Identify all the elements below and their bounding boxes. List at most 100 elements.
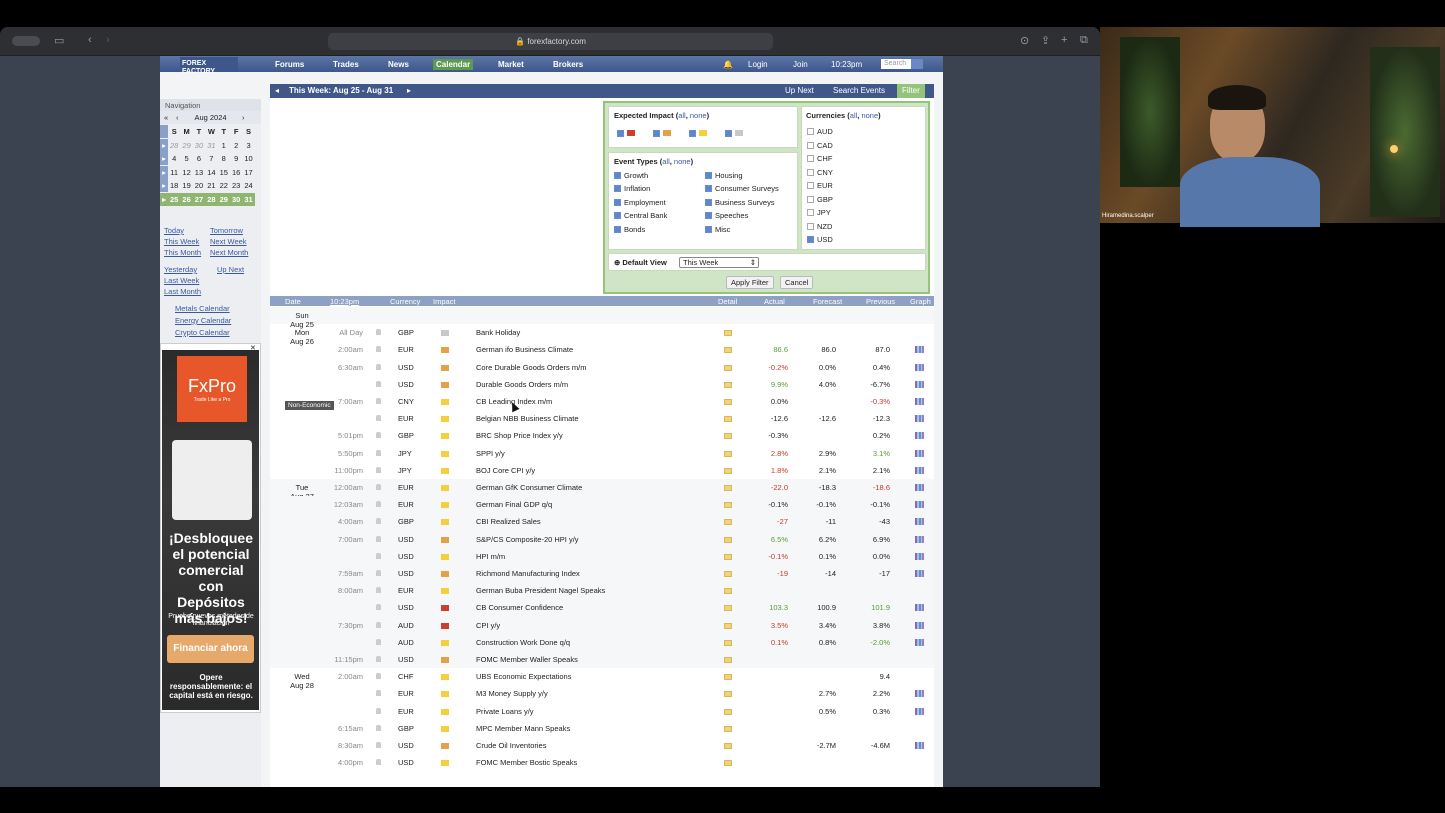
graph-icon[interactable] [915,604,924,612]
calendar-day[interactable]: 28 [168,141,180,150]
link-this-week[interactable]: This Week [164,237,199,246]
link-this-month[interactable]: This Month [164,248,201,257]
graph-icon[interactable] [915,415,924,423]
currency-cad-checkbox[interactable]: CAD [807,141,833,150]
calendar-week-row[interactable]: ▸ 4 5 6 7 8 9 10 [160,152,261,166]
table-row[interactable]: AUD Construction Work Done q/q 0.1% 0.8% -2.… [270,633,934,651]
tabs-overview-icon[interactable]: ⧉ [1080,34,1088,47]
impact-none-link[interactable]: none [690,111,707,120]
type-inflation-checkbox[interactable]: Inflation [614,184,650,193]
search-events-button[interactable]: Search Events [833,86,885,95]
nav-calendar[interactable]: Calendar [433,59,474,70]
link-next-month[interactable]: Next Month [210,248,248,257]
table-row[interactable]: 7:59am USD Richmond Manufacturing Index -19… [270,565,934,583]
graph-icon[interactable] [915,707,924,715]
bell-icon[interactable] [376,466,381,473]
calendar-day[interactable]: 5 [180,154,192,163]
back-icon[interactable]: ‹ [88,34,92,46]
new-tab-icon[interactable]: + [1061,34,1067,46]
calendar-week-row[interactable]: ▸ 18 19 20 21 22 23 24 [160,179,261,193]
currencies-none-link[interactable]: none [861,111,878,120]
week-select-arrow[interactable]: ▸ [160,138,168,152]
types-all-link[interactable]: all [662,157,670,166]
calendar-day[interactable]: 29 [217,192,230,206]
nav-forums[interactable]: Forums [272,59,307,70]
detail-folder-icon[interactable] [724,571,732,577]
table-row[interactable]: 6:30am USD Core Durable Goods Orders m/m -0… [270,359,934,376]
type-central-bank-checkbox[interactable]: Central Bank [614,211,667,220]
type-business-surveys-checkbox[interactable]: Business Surveys [705,198,775,207]
detail-folder-icon[interactable] [724,622,732,629]
link-crypto-calendar[interactable]: Crypto Calendar [175,328,230,337]
calendar-day[interactable]: 28 [205,192,218,206]
detail-folder-icon[interactable] [724,347,732,354]
detail-folder-icon[interactable] [724,330,732,337]
detail-folder-icon[interactable] [724,708,732,715]
currency-usd-checkbox[interactable]: USD [807,235,833,244]
currency-aud-checkbox[interactable]: AUD [807,127,833,136]
calendar-day[interactable]: 27 [192,192,206,206]
prev-year-arrow[interactable]: « [164,111,168,124]
detail-folder-icon[interactable] [724,416,732,423]
bell-icon[interactable] [376,484,381,490]
bell-icon[interactable] [376,759,381,766]
day-first-row[interactable]: Mon Aug 26 All Day GBP Bank Holiday [270,324,934,346]
table-row[interactable]: USD Durable Goods Orders m/m 9.9% 4.0% -6.7% [270,376,934,393]
impact-medium-checkbox[interactable] [653,129,671,138]
join-link[interactable]: Join [790,59,811,70]
calendar-day[interactable]: 22 [218,181,230,190]
table-row[interactable]: 7:30pm AUD CPI y/y 3.5% 3.4% 3.8% [270,616,934,634]
type-speeches-checkbox[interactable]: Speeches [705,211,748,220]
bell-icon[interactable] [376,415,381,422]
calendar-day[interactable]: 24 [242,181,254,190]
calendar-day[interactable]: 7 [205,154,217,163]
impact-non-economic-checkbox[interactable] [725,129,743,138]
bell-icon[interactable] [376,724,381,731]
calendar-day[interactable]: 11 [168,168,180,177]
types-none-link[interactable]: none [674,157,691,166]
detail-folder-icon[interactable] [724,485,732,491]
type-bonds-checkbox[interactable]: Bonds [614,225,645,234]
graph-icon[interactable] [915,518,924,526]
calendar-day[interactable]: 30 [229,192,243,206]
graph-icon[interactable] [915,346,924,354]
link-next-week[interactable]: Next Week [210,237,247,246]
bell-icon[interactable] [376,587,381,594]
nav-trades[interactable]: Trades [330,59,362,70]
apply-filter-button[interactable]: Apply Filter [726,276,774,289]
calendar-day[interactable]: 18 [168,181,180,190]
nav-news[interactable]: News [385,59,412,70]
detail-folder-icon[interactable] [724,536,732,543]
currencies-all-link[interactable]: all [850,111,858,120]
detail-folder-icon[interactable] [724,433,732,440]
ad-cta-button[interactable]: Financiar ahora [167,635,254,663]
currency-cny-checkbox[interactable]: CNY [807,168,833,177]
impact-low-checkbox[interactable] [689,129,707,138]
graph-icon[interactable] [915,742,924,749]
week-select-arrow[interactable]: ▸ [160,152,168,166]
graph-icon[interactable] [915,380,924,388]
calendar-day[interactable]: 14 [205,168,217,177]
graph-icon[interactable] [915,621,924,629]
clock-time[interactable]: 10:23pm [828,59,865,70]
bell-icon[interactable] [376,363,381,370]
calendar-day[interactable]: 29 [180,141,192,150]
nav-brokers[interactable]: Brokers [550,59,586,70]
calendar-day[interactable]: 8 [218,154,230,163]
search-input[interactable]: Search [881,59,911,69]
link-up-next[interactable]: Up Next [217,265,244,274]
week-select-arrow[interactable]: ▸ [160,165,168,179]
bell-icon[interactable] [376,432,381,439]
table-row[interactable]: 11:00pm JPY BOJ Core CPI y/y 1.8% 2.1% 2.1% [270,462,934,479]
calendar-day[interactable]: 20 [193,181,205,190]
calendar-day[interactable]: 25 [168,192,181,206]
bell-icon[interactable] [376,346,381,353]
search-button[interactable] [911,59,923,69]
bell-icon[interactable] [376,501,381,508]
calendar-day[interactable]: 19 [180,181,192,190]
window-controls[interactable] [12,36,40,46]
graph-icon[interactable] [915,552,924,560]
nav-market[interactable]: Market [495,59,527,70]
bell-icon[interactable] [376,518,381,525]
link-tomorrow[interactable]: Tomorrow [210,226,243,235]
